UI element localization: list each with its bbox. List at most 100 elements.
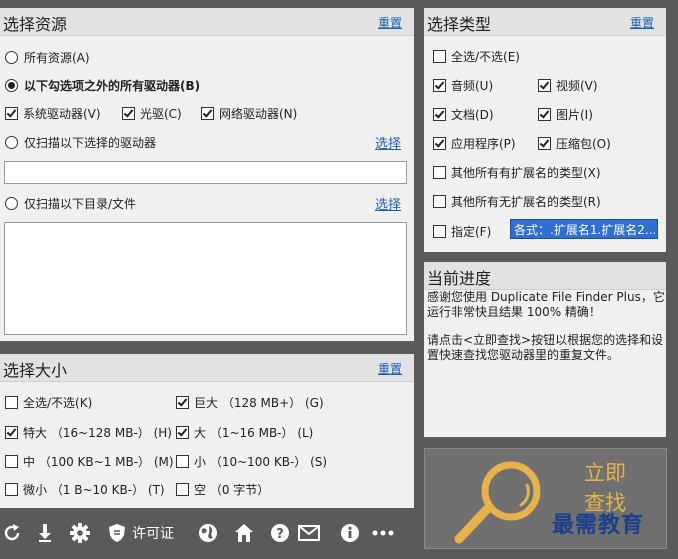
checkbox-image[interactable]: 图片(I) [538,106,593,123]
checkbox-system-drive-box[interactable] [5,107,18,120]
checkbox-size-small-label: 小 （10~100 KB-） (S) [194,455,328,469]
checkbox-specify-label: 指定(F) [451,225,492,239]
checkbox-sizes-all[interactable]: 全选/不选(K) [5,394,92,411]
checkbox-size-xlarge-box[interactable] [5,426,18,439]
checkbox-other-ext-label: 其他所有有扩展名的类型(X) [451,166,601,180]
checkbox-network[interactable]: 网络驱动器(N) [201,105,297,122]
checkbox-size-small[interactable]: 小 （10~100 KB-） (S) [176,453,327,470]
checkbox-size-xlarge-label: 特大 （16~128 MB-） (H) [23,426,172,440]
radio-only-drives-circle[interactable] [5,136,18,149]
checkbox-system-drive-label: 系统驱动器(V) [23,107,101,121]
source-reset-link[interactable]: 重置 [378,14,402,31]
select-dirs-link[interactable]: 选择 [375,194,401,213]
checkbox-size-tiny-label: 微小 （1 B~10 KB-） (T) [23,483,165,497]
checkbox-size-large-box[interactable] [176,426,189,439]
radio-only-drives[interactable]: 仅扫描以下选择的驱动器 [5,134,156,151]
checkbox-other-noext-label: 其他所有无扩展名的类型(R) [451,195,601,209]
checkbox-size-empty-label: 空 （0 字节） [194,483,270,497]
checkbox-app[interactable]: 应用程序(P) [433,135,516,152]
help-icon[interactable]: ? [270,521,290,545]
magnifier-icon [449,457,559,548]
radio-only-dirs-circle[interactable] [5,197,18,210]
type-panel-title: 选择类型 [427,15,492,34]
checkbox-network-label: 网络驱动器(N) [219,107,298,121]
checkbox-size-medium[interactable]: 中 （100 KB~1 MB-） (M) [5,453,174,470]
settings-gear-icon[interactable] [70,521,90,545]
checkbox-system-drive[interactable]: 系统驱动器(V) [5,105,101,122]
checkbox-archive-label: 压缩包(O) [556,137,611,151]
radio-only-dirs[interactable]: 仅扫描以下目录/文件 [5,195,136,212]
checkbox-doc[interactable]: 文档(D) [433,106,494,123]
checkbox-size-empty-box[interactable] [176,483,189,496]
checkbox-video-label: 视频(V) [556,79,598,93]
checkbox-size-tiny-box[interactable] [5,483,18,496]
checkbox-audio[interactable]: 音频(U) [433,77,493,94]
checkbox-specify[interactable]: 指定(F) [433,223,491,240]
checkbox-types-all-box[interactable] [433,50,446,63]
mail-icon[interactable] [298,521,320,545]
size-reset-link[interactable]: 重置 [378,360,402,377]
progress-message-thanks: 感谢您使用 Duplicate File Finder Plus，它运行非常快且… [427,290,665,319]
checkbox-other-noext[interactable]: 其他所有无扩展名的类型(R) [433,193,601,210]
dirs-list[interactable] [4,222,407,335]
checkbox-doc-label: 文档(D) [451,108,494,122]
checkbox-optical[interactable]: 光驱(C) [122,105,182,122]
info-icon[interactable] [340,521,360,545]
progress-message-hint: 请点击<立即查找>按钮以根据您的选择和设置快速查找您驱动器里的重复文件。 [427,333,664,362]
radio-except-drives[interactable]: 以下勾选项之外的所有驱动器(B) [5,77,200,94]
checkbox-video[interactable]: 视频(V) [538,77,598,94]
checkbox-types-all-label: 全选/不选(E) [451,50,520,64]
type-panel-header: 选择类型 重置 [424,8,666,36]
checkbox-other-noext-box[interactable] [433,195,446,208]
checkbox-sizes-all-label: 全选/不选(K) [23,396,93,410]
checkbox-other-ext[interactable]: 其他所有有扩展名的类型(X) [433,164,601,181]
checkbox-size-huge[interactable]: 巨大 （128 MB+） (G) [176,394,324,411]
more-icon[interactable] [372,521,394,545]
checkbox-network-box[interactable] [201,107,214,120]
checkbox-size-medium-box[interactable] [5,455,18,468]
find-now-label-1: 立即 [584,461,626,485]
radio-except-drives-circle[interactable] [5,79,18,92]
checkbox-other-ext-box[interactable] [433,166,446,179]
checkbox-specify-box[interactable] [433,225,446,238]
checkbox-optical-label: 光驱(C) [140,107,182,121]
checkbox-size-huge-box[interactable] [176,396,189,409]
checkbox-sizes-all-box[interactable] [5,396,18,409]
checkbox-types-all[interactable]: 全选/不选(E) [433,48,520,65]
checkbox-size-large-label: 大 （1~16 MB-） (L) [194,426,314,440]
checkbox-size-tiny[interactable]: 微小 （1 B~10 KB-） (T) [5,481,165,498]
specify-ext-input[interactable]: 各式：.扩展名1.扩展名2... [510,219,658,239]
checkbox-size-empty[interactable]: 空 （0 字节） [176,481,269,498]
checkbox-size-xlarge[interactable]: 特大 （16~128 MB-） (H) [5,424,172,441]
home-icon[interactable] [234,521,254,545]
size-panel-title: 选择大小 [3,361,68,380]
globe-icon[interactable] [198,521,218,545]
bottom-toolbar: 许可证 ? [0,514,420,556]
license-button[interactable]: 许可证 [108,521,174,545]
checkbox-video-box[interactable] [538,79,551,92]
progress-panel-header: 当前进度 [424,262,666,290]
refresh-icon[interactable] [2,521,22,545]
type-reset-link[interactable]: 重置 [630,14,654,31]
radio-all-sources-label: 所有资源(A) [24,51,90,65]
checkbox-archive-box[interactable] [538,137,551,150]
select-drives-link[interactable]: 选择 [375,133,401,152]
checkbox-audio-box[interactable] [433,79,446,92]
checkbox-doc-box[interactable] [433,108,446,121]
svg-text:?: ? [276,527,284,542]
source-panel-title: 选择资源 [3,15,68,34]
download-icon[interactable] [36,521,54,545]
radio-only-drives-label: 仅扫描以下选择的驱动器 [24,136,157,150]
radio-all-sources-circle[interactable] [5,51,18,64]
checkbox-size-medium-label: 中 （100 KB~1 MB-） (M) [23,455,174,469]
checkbox-optical-box[interactable] [122,107,135,120]
checkbox-image-box[interactable] [538,108,551,121]
checkbox-size-small-box[interactable] [176,455,189,468]
checkbox-app-box[interactable] [433,137,446,150]
license-label: 许可证 [132,526,174,542]
drives-input[interactable] [4,161,407,184]
radio-all-sources[interactable]: 所有资源(A) [5,49,90,66]
checkbox-size-large[interactable]: 大 （1~16 MB-） (L) [176,424,313,441]
progress-text: 感谢您使用 Duplicate File Finder Plus，它运行非常快且… [427,290,665,376]
checkbox-archive[interactable]: 压缩包(O) [538,135,611,152]
